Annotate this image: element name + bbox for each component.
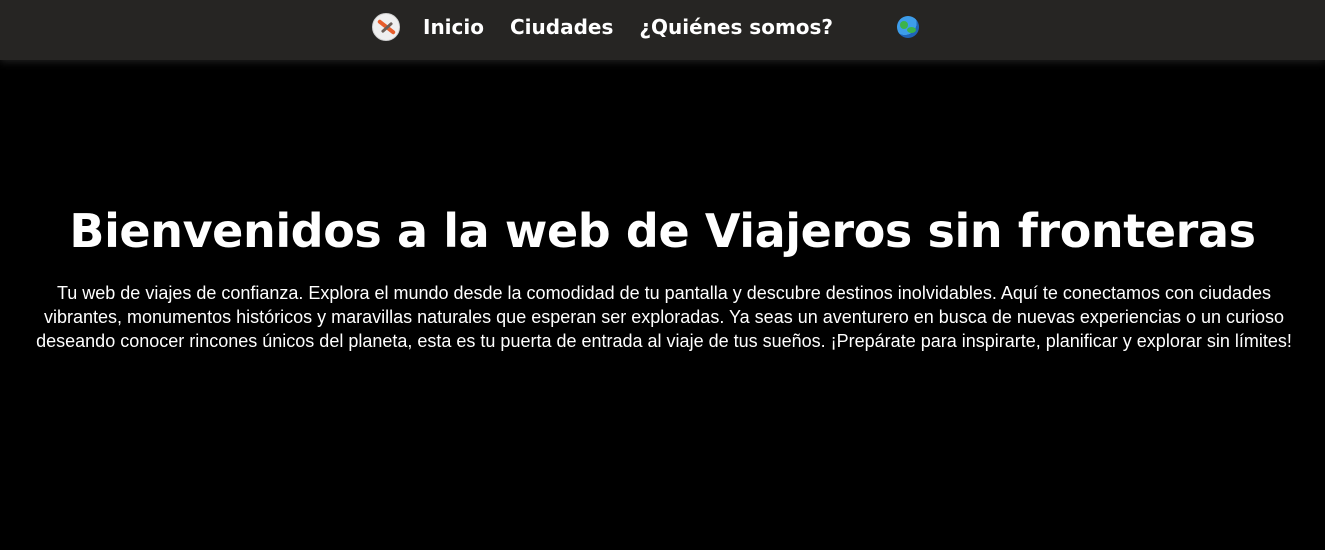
top-navigation-bar: Inicio Ciudades ¿Quiénes somos? <box>0 0 1325 60</box>
travel-logo-icon[interactable] <box>372 13 400 41</box>
hero-title: Bienvenidos a la web de Viajeros sin fro… <box>69 204 1256 258</box>
nav-link-inicio[interactable]: Inicio <box>423 12 484 42</box>
globe-icon[interactable] <box>897 16 920 38</box>
nav-link-ciudades[interactable]: Ciudades <box>510 12 613 42</box>
main-nav: Inicio Ciudades ¿Quiénes somos? <box>372 12 920 42</box>
hero-description: Tu web de viajes de confianza. Explora e… <box>36 283 1292 351</box>
hero-section: Bienvenidos a la web de Viajeros sin fro… <box>0 60 1325 550</box>
nav-link-quienes-somos[interactable]: ¿Quiénes somos? <box>639 12 833 42</box>
